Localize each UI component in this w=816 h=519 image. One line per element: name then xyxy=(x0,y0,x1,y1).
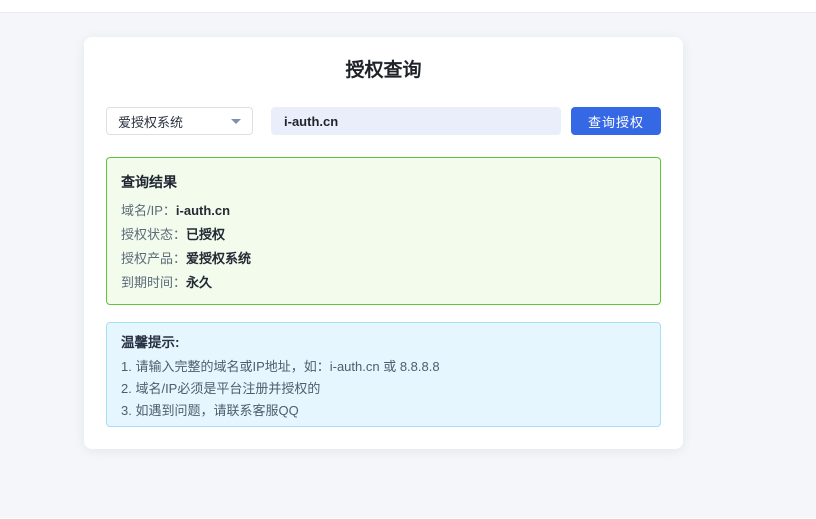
result-label: 授权产品： xyxy=(121,251,186,266)
result-row-status: 授权状态：已授权 xyxy=(121,223,646,247)
result-row-product: 授权产品：爱授权系统 xyxy=(121,247,646,271)
query-result-panel: 查询结果 域名/IP：i-auth.cn 授权状态：已授权 授权产品：爱授权系统… xyxy=(106,157,661,305)
tips-item-2: 2. 域名/IP必须是平台注册并授权的 xyxy=(121,378,646,400)
product-select-value: 爱授权系统 xyxy=(118,112,183,131)
page-background: 授权查询 爱授权系统 查询授权 查询结果 域名/IP：i-auth.cn 授权状… xyxy=(0,13,816,518)
result-value: i-auth.cn xyxy=(176,203,230,218)
product-select[interactable]: 爱授权系统 xyxy=(106,107,253,135)
result-value: 已授权 xyxy=(186,227,225,242)
result-panel-title: 查询结果 xyxy=(121,173,646,192)
chevron-down-icon xyxy=(231,119,241,124)
page-title: 授权查询 xyxy=(106,61,661,81)
result-label: 域名/IP： xyxy=(121,203,176,218)
domain-input[interactable] xyxy=(271,107,561,135)
tips-panel: 温馨提示: 1. 请输入完整的域名或IP地址，如：i-auth.cn 或 8.8… xyxy=(106,322,661,427)
tips-panel-title: 温馨提示: xyxy=(121,334,646,351)
result-label: 到期时间： xyxy=(121,275,186,290)
top-divider-bar xyxy=(0,0,816,13)
auth-query-card: 授权查询 爱授权系统 查询授权 查询结果 域名/IP：i-auth.cn 授权状… xyxy=(84,37,683,449)
result-row-domain: 域名/IP：i-auth.cn xyxy=(121,199,646,223)
tips-item-3: 3. 如遇到问题，请联系客服QQ xyxy=(121,400,646,422)
query-bar: 爱授权系统 查询授权 xyxy=(106,107,661,135)
result-row-expiry: 到期时间：永久 xyxy=(121,271,646,295)
result-value: 爱授权系统 xyxy=(186,251,251,266)
result-label: 授权状态： xyxy=(121,227,186,242)
tips-item-1: 1. 请输入完整的域名或IP地址，如：i-auth.cn 或 8.8.8.8 xyxy=(121,356,646,378)
result-value: 永久 xyxy=(186,275,212,290)
query-auth-button[interactable]: 查询授权 xyxy=(571,107,661,135)
